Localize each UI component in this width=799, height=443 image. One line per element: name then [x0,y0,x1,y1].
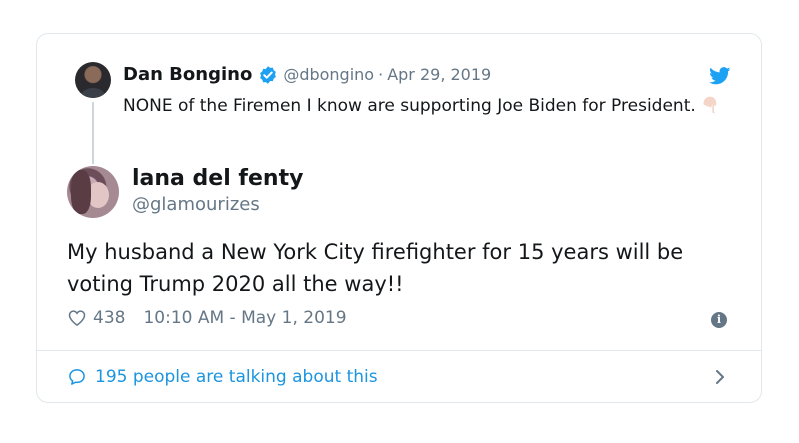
author-avatar[interactable] [67,166,119,218]
divider [37,350,761,351]
talking-about-text[interactable]: 195 people are talking about this [95,367,378,387]
tweet-card[interactable]: Dan Bongino @dbongino · Apr 29, 2019 NON… [36,33,762,403]
chevron-right-icon[interactable] [713,368,727,386]
parent-author-name[interactable]: Dan Bongino [123,64,252,85]
parent-date[interactable]: Apr 29, 2019 [387,65,491,84]
twitter-bird-icon[interactable] [709,67,731,85]
author-name[interactable]: lana del fenty [132,166,303,191]
tweet-text: My husband a New York City firefighter f… [67,240,684,296]
author-handle[interactable]: @glamourizes [132,194,260,215]
thread-connector [92,102,94,164]
tweet-meta: 438 10:10 AM - May 1, 2019 [67,308,347,328]
parent-handle[interactable]: @dbongino [283,65,374,84]
verified-badge-icon [260,65,277,84]
heart-icon[interactable] [67,308,87,328]
pointing-down-emoji-icon [703,96,717,114]
info-icon[interactable]: i [711,312,727,328]
conversation-link[interactable]: 195 people are talking about this [67,364,731,390]
like-count[interactable]: 438 [93,308,125,328]
parent-tweet-text: NONE of the Firemen I know are supportin… [123,92,723,120]
parent-tweet-body: NONE of the Firemen I know are supportin… [123,96,696,116]
speech-bubble-icon [69,369,85,385]
tweet-timestamp[interactable]: 10:10 AM - May 1, 2019 [143,308,346,328]
parent-header: Dan Bongino @dbongino · Apr 29, 2019 [123,64,491,85]
header-separator: · [378,65,384,84]
parent-avatar[interactable] [75,62,111,98]
